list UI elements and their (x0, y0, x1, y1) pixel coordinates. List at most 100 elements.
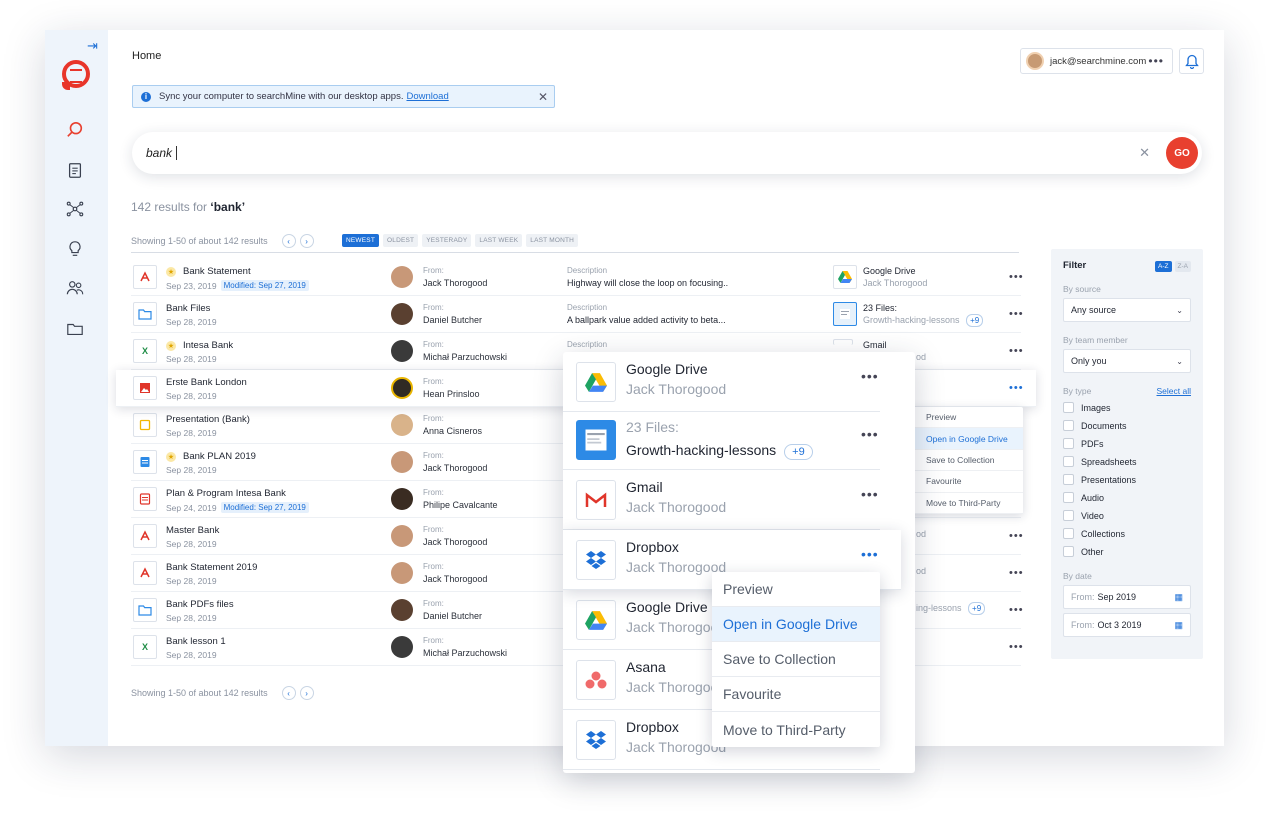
sort-za-button[interactable]: Z-A (1174, 261, 1191, 272)
type-checkbox-collections[interactable]: Collections (1063, 527, 1191, 540)
download-link[interactable]: Download (406, 91, 448, 102)
type-checkbox-pdfs[interactable]: PDFs (1063, 437, 1191, 450)
showing-text: Showing 1-50 of about 142 results (131, 236, 268, 246)
chip-newest[interactable]: NEWEST (342, 234, 380, 247)
prev-page-button[interactable]: ‹ (281, 686, 296, 700)
file-name[interactable]: Plan & Program Intesa Bank (166, 488, 286, 499)
file-name[interactable]: Bank lesson 1 (166, 636, 226, 647)
go-button[interactable]: GO (1166, 137, 1198, 169)
star-icon[interactable]: ★ (166, 340, 176, 351)
sort-chips: NEWEST OLDEST YESTERADY LAST WEEK LAST M… (342, 234, 579, 247)
dropbox-icon (576, 540, 616, 580)
type-checkbox-documents[interactable]: Documents (1063, 419, 1191, 432)
avatar (1026, 52, 1044, 70)
more-icon[interactable]: ••• (1009, 530, 1024, 542)
menu-item-save-collection[interactable]: Save to Collection (712, 642, 880, 677)
file-date: Sep 28, 2019 (166, 428, 217, 438)
menu-item-favourite[interactable]: Favourite (712, 677, 880, 712)
avatar (391, 451, 413, 473)
file-date: Sep 28, 2019 (166, 576, 217, 586)
next-page-button[interactable]: › (299, 234, 314, 248)
file-name[interactable]: Presentation (Bank) (166, 414, 250, 425)
source-select[interactable]: Any source ⌄ (1063, 298, 1191, 322)
more-icon[interactable]: ••• (861, 546, 879, 562)
source-item[interactable]: 23 Files: Growth-hacking-lessons +9 ••• (563, 410, 880, 470)
chip-yesterday[interactable]: YESTERADY (422, 234, 472, 247)
more-icon[interactable]: ••• (1009, 604, 1024, 616)
team-icon[interactable] (65, 278, 85, 298)
star-icon[interactable]: ★ (166, 451, 176, 462)
file-name[interactable]: Bank PLAN 2019 (183, 451, 256, 462)
clipboard-icon[interactable] (65, 160, 85, 180)
more-icon[interactable]: ••• (861, 486, 879, 502)
menu-item-move-third-party[interactable]: Move to Third-Party (712, 712, 880, 747)
select-all-link[interactable]: Select all (1157, 386, 1192, 396)
search-input[interactable]: bank ✕ GO (132, 132, 1202, 174)
chip-oldest[interactable]: OLDEST (383, 234, 419, 247)
file-name[interactable]: Bank Statement 2019 (166, 562, 257, 573)
more-icon[interactable]: ••• (1009, 271, 1024, 283)
close-icon[interactable]: ✕ (538, 90, 548, 104)
source-item[interactable]: Gmail Jack Thorogood ••• (563, 470, 880, 530)
date-to-field[interactable]: From: Oct 3 2019 ▦ (1063, 613, 1191, 637)
type-checkbox-other[interactable]: Other (1063, 545, 1191, 558)
from-name: Daniel Butcher (423, 611, 483, 621)
avatar (391, 488, 413, 510)
avatar (391, 636, 413, 658)
search-icon[interactable] (65, 120, 85, 140)
lightbulb-icon[interactable] (65, 239, 85, 259)
menu-item-open-google-drive[interactable]: Open in Google Drive (712, 607, 880, 642)
from-label: From: (423, 303, 444, 312)
network-icon[interactable] (65, 199, 85, 219)
source-owner: ing-lessons +9 (916, 602, 986, 615)
table-row[interactable]: Bank Files Sep 28, 2019 From: Daniel But… (131, 296, 1024, 333)
file-name[interactable]: Master Bank (166, 525, 219, 536)
collapse-arrow-icon[interactable]: ⇥ (87, 38, 98, 54)
type-checkbox-presentations[interactable]: Presentations (1063, 473, 1191, 486)
team-select[interactable]: Only you ⌄ (1063, 349, 1191, 373)
type-checkbox-spreadsheets[interactable]: Spreadsheets (1063, 455, 1191, 468)
more-icon[interactable]: ••• (1009, 567, 1024, 579)
type-checkbox-audio[interactable]: Audio (1063, 491, 1191, 504)
next-page-button[interactable]: › (299, 686, 314, 700)
file-name[interactable]: Bank PDFs files (166, 599, 234, 610)
folder-icon[interactable] (65, 319, 85, 339)
image-file-icon (133, 376, 157, 400)
more-icon[interactable]: ••• (1009, 382, 1024, 394)
user-menu[interactable]: jack@searchmine.com ••• (1020, 48, 1173, 74)
more-icon[interactable]: ••• (861, 368, 879, 384)
file-name[interactable]: Bank Files (166, 303, 210, 314)
type-checkbox-images[interactable]: Images (1063, 401, 1191, 414)
clear-icon[interactable]: ✕ (1139, 145, 1150, 161)
more-icon[interactable]: ••• (1009, 641, 1024, 653)
file-thumbnail-icon (833, 302, 857, 326)
more-icon[interactable]: ••• (1009, 308, 1024, 320)
showing-text: Showing 1-50 of about 142 results (131, 688, 268, 698)
more-icon[interactable]: ••• (861, 426, 879, 442)
breadcrumb[interactable]: Home (132, 50, 161, 62)
file-name[interactable]: Bank Statement (183, 266, 251, 277)
sort-az-button[interactable]: A-Z (1155, 261, 1172, 272)
file-name[interactable]: Intesa Bank (183, 340, 233, 351)
source-owner: Jack Thorogood (863, 278, 928, 288)
more-icon[interactable]: ••• (1148, 54, 1164, 68)
source-item[interactable]: Google Drive Jack Thorogood ••• (563, 352, 880, 412)
chip-last-week[interactable]: LAST WEEK (475, 234, 523, 247)
asana-icon (576, 660, 616, 700)
source-title: Dropbox (626, 539, 679, 555)
from-label: From: (423, 525, 444, 534)
type-checkbox-video[interactable]: Video (1063, 509, 1191, 522)
date-from-field[interactable]: From: Sep 2019 ▦ (1063, 585, 1191, 609)
chip-last-month[interactable]: LAST MONTH (526, 234, 579, 247)
prev-page-button[interactable]: ‹ (281, 234, 296, 248)
pdf-file-icon (133, 265, 157, 289)
notifications-button[interactable] (1179, 48, 1204, 74)
from-label: From: (423, 266, 444, 275)
star-icon[interactable]: ★ (166, 266, 176, 277)
pdf-file-icon (133, 524, 157, 548)
table-row[interactable]: ★ Bank Statement Sep 23, 2019 Modified: Se… (131, 259, 1024, 296)
dropbox-icon (576, 720, 616, 760)
menu-item-preview[interactable]: Preview (712, 572, 880, 607)
more-icon[interactable]: ••• (1009, 345, 1024, 357)
file-name[interactable]: Erste Bank London (166, 377, 247, 388)
